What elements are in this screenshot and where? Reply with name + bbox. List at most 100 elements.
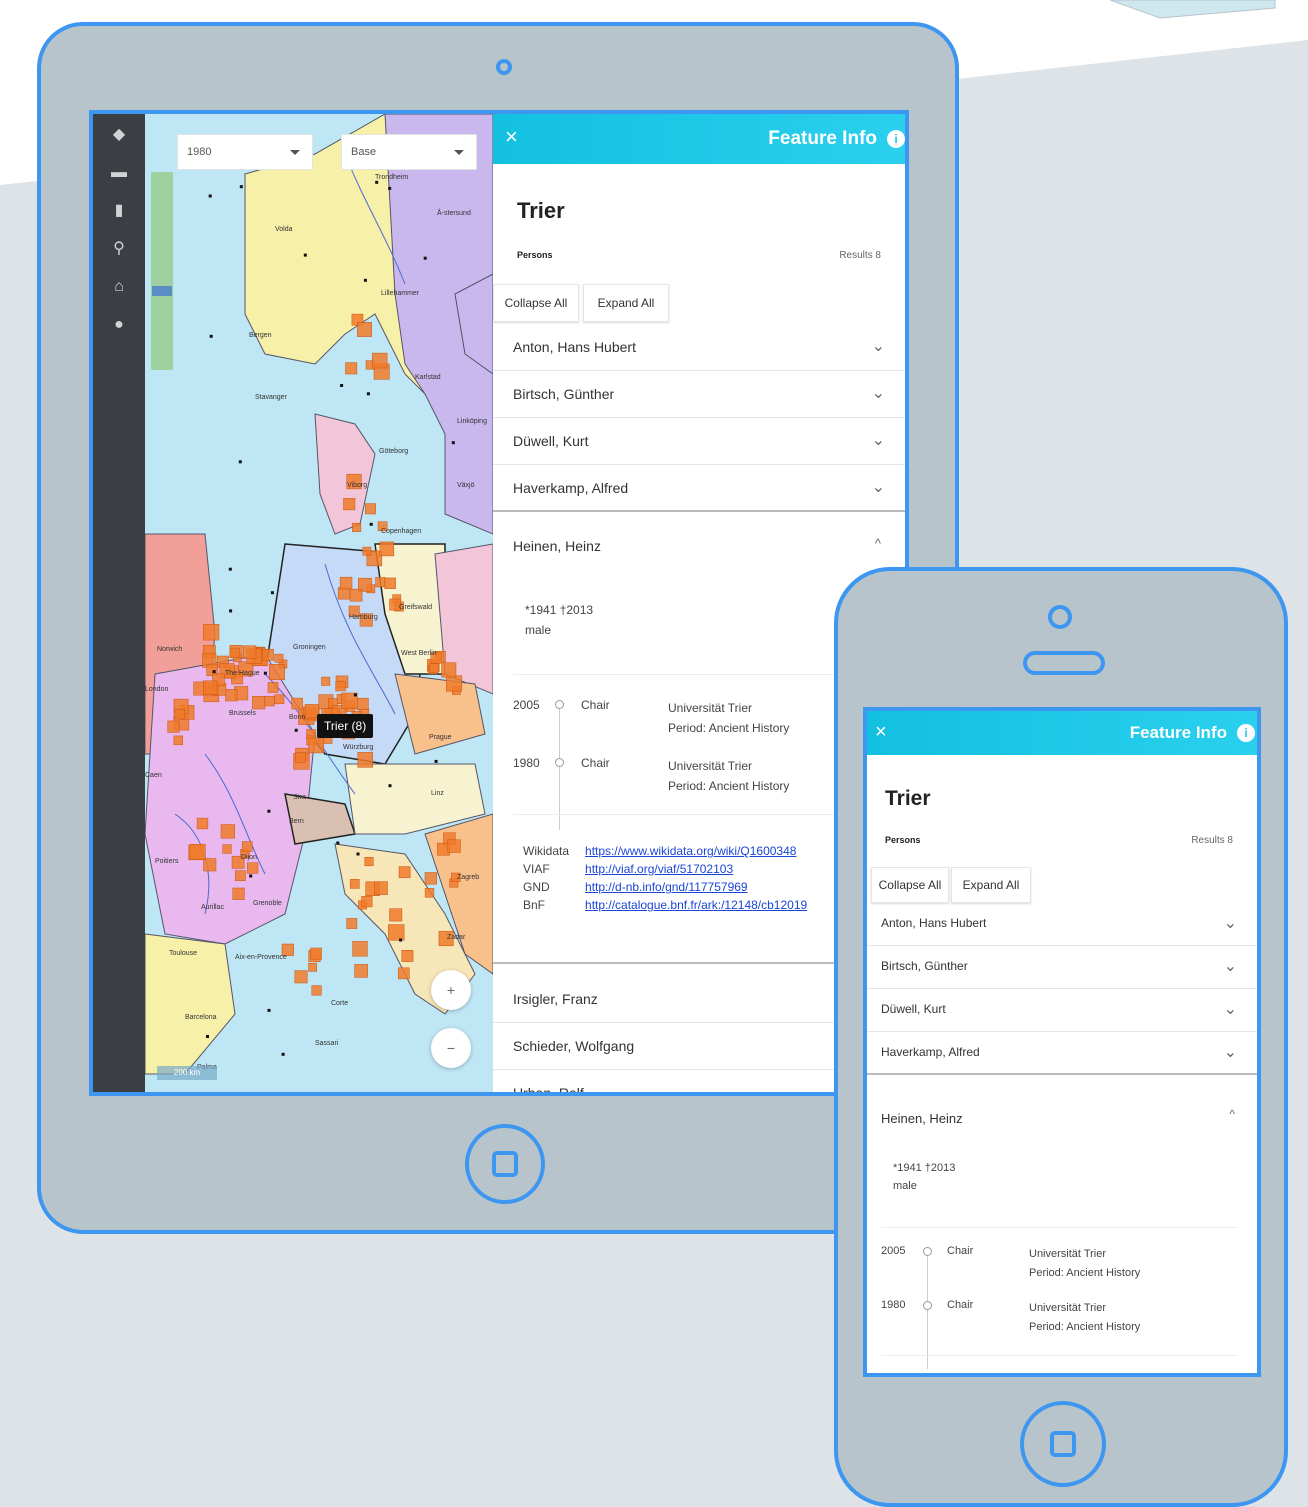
person-row[interactable]: Düwell, Kurt ⌄ — [493, 418, 905, 465]
city-label: Linköping — [457, 418, 487, 425]
gender: male — [525, 623, 552, 637]
person-row[interactable]: Birtsch, Günther ⌄ — [867, 946, 1257, 989]
phone-screen: × Feature Info i Trier Persons Results 8… — [863, 707, 1261, 1377]
expand-all-button[interactable]: Expand All — [951, 867, 1031, 903]
city-dot — [353, 693, 357, 697]
info-icon[interactable]: i — [1237, 724, 1255, 742]
person-name: Schieder, Wolfgang — [513, 1038, 635, 1054]
authority-link[interactable]: https://www.wikidata.org/wiki/Q1600348 — [585, 844, 796, 858]
zoom-out-button[interactable]: − — [431, 1028, 471, 1068]
chevron-down-icon[interactable]: ⌄ — [872, 430, 885, 450]
person-row[interactable]: Düwell, Kurt ⌄ — [867, 989, 1257, 1032]
city-label: Barcelona — [185, 1014, 217, 1021]
search-icon[interactable]: ⚲ — [108, 238, 130, 260]
person-marker — [225, 689, 238, 702]
person-marker — [308, 737, 325, 754]
place-title: Trier — [517, 198, 565, 223]
chevron-down-icon[interactable]: ⌄ — [872, 383, 885, 403]
collapse-all-button[interactable]: Collapse All — [493, 284, 579, 322]
chevron-up-icon[interactable]: ^ — [875, 536, 881, 551]
divider — [881, 1227, 1237, 1228]
city-dot — [366, 392, 370, 396]
person-marker — [247, 862, 259, 874]
map-icon[interactable]: ▮ — [108, 200, 130, 222]
chevron-down-icon[interactable]: ⌄ — [1224, 1042, 1237, 1062]
authority-link[interactable]: http://d-nb.info/gnd/117757969 — [585, 880, 748, 894]
panel-title: Feature Info — [768, 128, 877, 149]
zoom-slider-handle[interactable] — [152, 286, 172, 296]
person-name: Anton, Hans Hubert — [881, 916, 987, 930]
authority-link-row: Wikidata https://www.wikidata.org/wiki/Q1… — [523, 844, 807, 862]
info-icon[interactable]: i — [887, 130, 905, 148]
person-marker — [356, 697, 369, 710]
chevron-up-icon[interactable]: ^ — [1229, 1107, 1235, 1121]
map-canvas — [145, 114, 493, 1075]
chevron-down-icon[interactable]: ⌄ — [1224, 913, 1237, 933]
timeline-dot-icon — [923, 1301, 932, 1310]
person-name: Heinen, Heinz — [881, 1111, 963, 1126]
phone-camera — [1048, 605, 1072, 629]
city-dot — [228, 567, 232, 571]
authority-link-row: BnF http://catalogue.bnf.fr/ark:/12148/cb… — [523, 898, 807, 916]
life-dates: *1941 †2013 — [525, 603, 594, 617]
person-row[interactable]: Anton, Hans Hubert ⌄ — [867, 903, 1257, 946]
info-icon[interactable]: ● — [108, 314, 130, 336]
person-marker — [262, 648, 274, 661]
person-row[interactable]: Birtsch, Günther ⌄ — [493, 371, 905, 418]
person-marker — [311, 985, 322, 996]
person-marker — [335, 680, 346, 692]
panel-title: Feature Info — [1129, 723, 1227, 742]
person-marker — [379, 541, 395, 557]
map-view[interactable]: 1980 Base Trondheim Å-stersund Volda Lilleh… — [145, 114, 493, 1092]
close-icon[interactable]: × — [505, 124, 518, 150]
layer-select[interactable]: Base — [341, 134, 477, 170]
timeline-place: Universität Trier Period: Ancient History — [1029, 1299, 1140, 1337]
person-marker — [308, 962, 317, 972]
authority-link[interactable]: http://viaf.org/viaf/51702103 — [585, 862, 733, 876]
city-label: The Hague — [225, 670, 260, 677]
person-marker — [274, 653, 284, 663]
timeline-role: Chair — [947, 1299, 974, 1311]
collapse-all-button[interactable]: Collapse All — [871, 867, 949, 903]
close-icon[interactable]: × — [875, 719, 887, 745]
timeline-role: Chair — [581, 756, 610, 770]
person-name: Haverkamp, Alfred — [881, 1045, 980, 1059]
chevron-down-icon[interactable]: ⌄ — [872, 477, 885, 497]
person-row[interactable]: Haverkamp, Alfred ⌄ — [867, 1032, 1257, 1075]
person-marker — [441, 662, 457, 678]
person-marker — [167, 720, 180, 733]
city-label: Karlstad — [415, 374, 441, 381]
authority-link[interactable]: http://catalogue.bnf.fr/ark:/12148/cb120… — [585, 898, 807, 912]
chevron-down-icon[interactable]: ⌄ — [1224, 956, 1237, 976]
person-row-expanded[interactable]: Heinen, Heinz ^ — [493, 524, 905, 570]
person-marker — [295, 752, 306, 763]
city-dot — [208, 194, 212, 198]
dropdown-caret-icon — [290, 150, 300, 155]
person-row[interactable]: Anton, Hans Hubert ⌄ — [493, 324, 905, 371]
city-dot — [239, 185, 243, 189]
authority-url-cell: http://d-nb.info/gnd/117757969 — [585, 880, 807, 898]
city-dot — [369, 522, 373, 526]
city-label: Aix-en-Provence — [235, 954, 287, 961]
expand-all-button[interactable]: Expand All — [583, 284, 669, 322]
phone-home-button[interactable] — [1020, 1401, 1106, 1487]
tablet-home-button[interactable] — [465, 1124, 545, 1204]
print-icon[interactable]: ▬ — [108, 162, 130, 184]
person-row[interactable]: Haverkamp, Alfred ⌄ — [493, 465, 905, 512]
year-select[interactable]: 1980 — [177, 134, 313, 170]
map-toolbar: ◆ ▬ ▮ ⚲ ⌂ ● — [93, 114, 145, 1092]
zoom-in-button[interactable]: + — [431, 970, 471, 1010]
layers-icon[interactable]: ◆ — [108, 124, 130, 146]
institution-name: Universität Trier — [1029, 1248, 1107, 1260]
period: Period: Ancient History — [668, 779, 790, 793]
person-marker — [252, 696, 266, 710]
chevron-down-icon[interactable]: ⌄ — [872, 336, 885, 356]
institution-icon[interactable]: ⌂ — [108, 276, 130, 298]
chevron-down-icon[interactable]: ⌄ — [1224, 999, 1237, 1019]
city-label: Caen — [145, 772, 162, 779]
person-marker — [446, 675, 463, 692]
city-dot — [336, 841, 340, 845]
zoom-slider[interactable] — [151, 172, 173, 370]
city-dot — [303, 253, 307, 257]
person-row-expanded[interactable]: Heinen, Heinz ^ — [867, 1091, 1257, 1137]
